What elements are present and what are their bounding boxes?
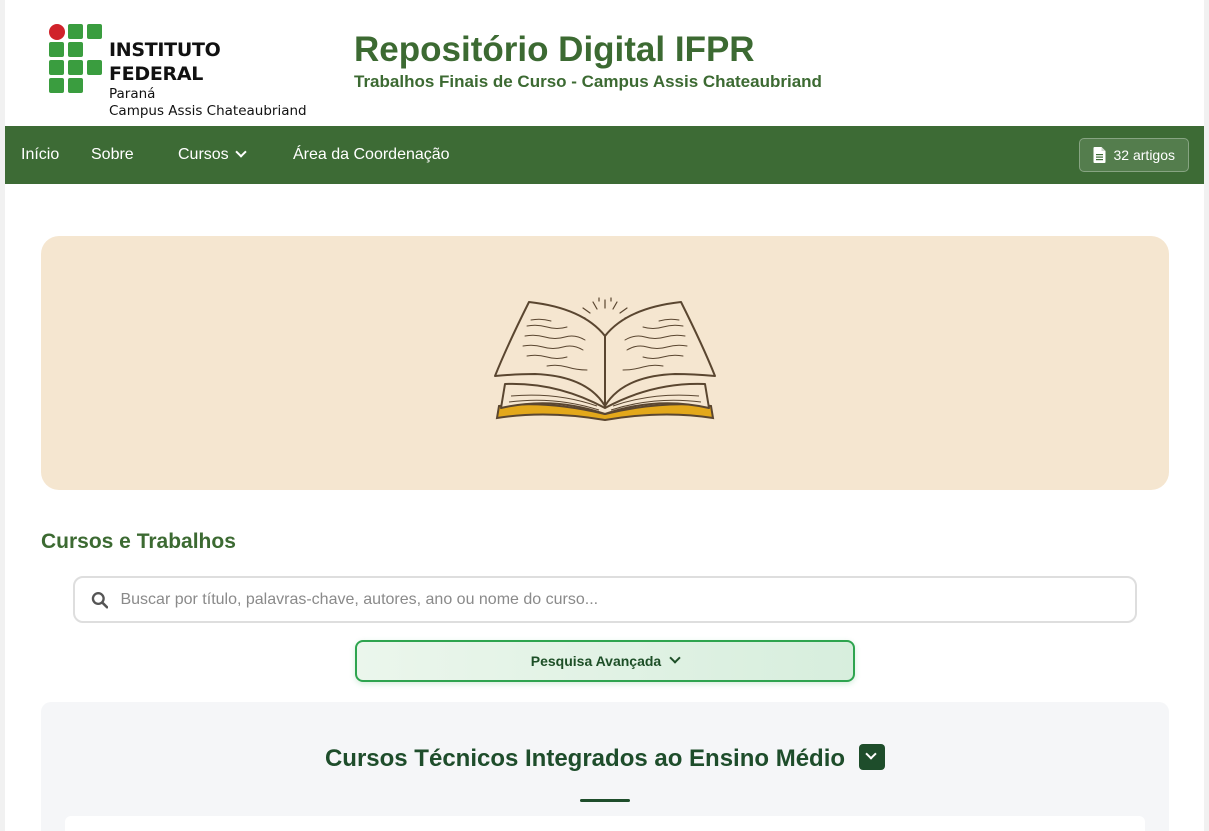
site-subtitle: Trabalhos Finais de Curso - Campus Assis…: [354, 72, 822, 91]
search-bar: [73, 576, 1137, 623]
logo-line-state: Paraná: [109, 86, 156, 102]
site-brand: Repositório Digital IFPR Trabalhos Finai…: [354, 30, 822, 92]
institution-logo[interactable]: INSTITUTO FEDERAL Paraná Campus Assis Ch…: [49, 24, 319, 119]
article-count-badge[interactable]: 32 artigos: [1078, 138, 1189, 172]
advanced-search-label: Pesquisa Avançada: [530, 653, 662, 669]
search-input[interactable]: [120, 590, 1135, 609]
chevron-down-icon: [669, 652, 681, 664]
document-icon: [1093, 147, 1106, 163]
course-category-panel: Cursos Técnicos Integrados ao Ensino Méd…: [41, 702, 1169, 831]
logo-line-campus: Campus Assis Chateaubriand: [109, 103, 307, 119]
open-book-icon: [494, 297, 716, 422]
category-toggle-button[interactable]: [859, 743, 886, 770]
header: INSTITUTO FEDERAL Paraná Campus Assis Ch…: [5, 0, 1204, 126]
course-card[interactable]: [65, 816, 1145, 831]
advanced-search-button[interactable]: Pesquisa Avançada: [355, 640, 855, 682]
hero-banner: [41, 236, 1169, 490]
chevron-down-icon: [865, 747, 877, 760]
logo-mark-icon: [49, 24, 102, 96]
nav-item-area-coordenacao[interactable]: Área da Coordenação: [293, 126, 450, 184]
page: INSTITUTO FEDERAL Paraná Campus Assis Ch…: [5, 0, 1204, 831]
nav-item-sobre[interactable]: Sobre: [91, 126, 134, 184]
search-icon: [91, 591, 109, 609]
title-underline: [580, 799, 630, 802]
article-count-label: 32 artigos: [1113, 147, 1175, 163]
logo-line-institution: INSTITUTO FEDERAL: [109, 39, 221, 85]
course-category-title: Cursos Técnicos Integrados ao Ensino Méd…: [324, 745, 846, 772]
site-title: Repositório Digital IFPR: [354, 30, 755, 69]
nav-item-cursos-label: Cursos: [178, 146, 229, 163]
main-nav: Início Sobre Cursos Área da Coordenação …: [5, 126, 1204, 184]
section-title: Cursos e Trabalhos: [41, 530, 236, 553]
nav-item-inicio[interactable]: Início: [21, 126, 59, 184]
chevron-down-icon: [235, 146, 247, 158]
nav-item-cursos[interactable]: Cursos: [178, 126, 247, 184]
